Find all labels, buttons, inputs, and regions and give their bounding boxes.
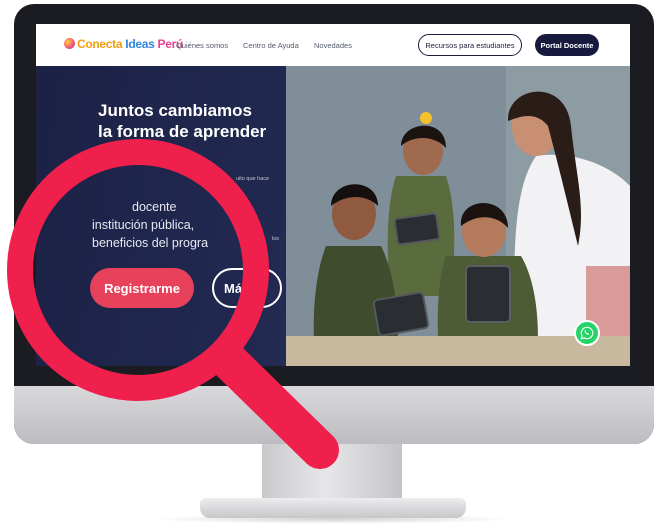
top-navigation: Conecta Ideas Perú Quiénes somos Centro … [36, 24, 630, 66]
registrarme-button[interactable]: Registrarme [90, 268, 194, 308]
monitor-chin [14, 386, 654, 444]
hero-description-line-1: docente [132, 200, 177, 214]
nav-link-quienes-somos[interactable]: Quiénes somos [176, 41, 228, 50]
globe-logo-icon [64, 38, 75, 49]
whatsapp-icon [580, 326, 594, 340]
logo-text-part2: Ideas [125, 37, 155, 51]
logo-text-part1: Conecta [77, 37, 123, 51]
nav-link-centro-ayuda[interactable]: Centro de Ayuda [243, 41, 299, 50]
recursos-estudiantes-button[interactable]: Recursos para estudiantes [418, 34, 522, 56]
whatsapp-button[interactable] [574, 320, 600, 346]
nav-link-novedades[interactable]: Novedades [314, 41, 352, 50]
hero-small-text-1: uito que hace [236, 176, 270, 182]
hero-description-line-2: institución pública, [92, 218, 195, 232]
hero-banner: Juntos cambiamos la forma de aprender ma… [36, 66, 630, 366]
hero-title: Juntos cambiamos la forma de aprender ma… [98, 100, 318, 163]
hero-title-line-3: matemática [98, 143, 192, 162]
hero-small-text-2: e [236, 186, 240, 192]
hero-description: docente institución pública, beneficios … [92, 198, 292, 252]
mas-informacion-button[interactable]: Má [212, 268, 282, 308]
monitor-screen: Conecta Ideas Perú Quiénes somos Centro … [36, 24, 630, 366]
hero-title-line-1: Juntos cambiamos [98, 101, 252, 120]
site-logo[interactable]: Conecta Ideas Perú [64, 37, 183, 51]
monitor-stand-base [200, 498, 466, 518]
hero-classroom-photo [286, 66, 630, 366]
hero-description-line-3: beneficios del progra [92, 236, 209, 250]
monitor-stand-neck [262, 444, 402, 500]
hero-title-line-2: la forma de aprender [98, 122, 267, 141]
portal-docente-button[interactable]: Portal Docente [535, 34, 599, 56]
